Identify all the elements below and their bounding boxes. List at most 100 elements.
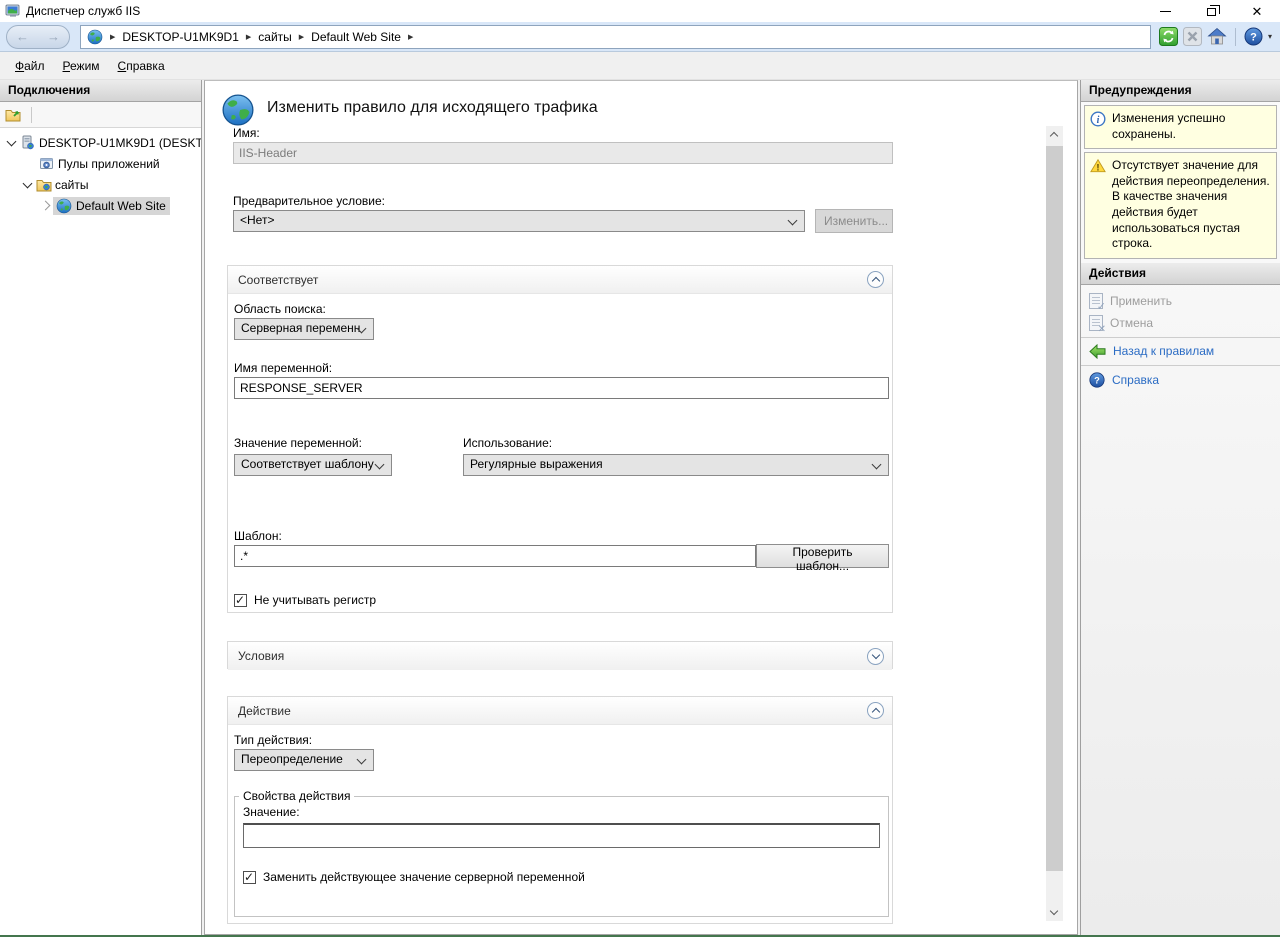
name-label: Имя: xyxy=(233,126,260,140)
tree-item-default-web-site[interactable]: Default Web Site xyxy=(0,195,201,216)
scope-select[interactable]: Серверная переменн xyxy=(234,318,374,340)
sites-folder-icon xyxy=(35,177,52,193)
pattern-input[interactable] xyxy=(234,545,756,567)
toolbar-separator xyxy=(31,107,32,123)
menu-help[interactable]: Справка xyxy=(109,55,174,77)
vertical-scrollbar[interactable] xyxy=(1046,126,1063,921)
using-select[interactable]: Регулярные выражения xyxy=(463,454,889,476)
back-nav-icon[interactable]: ← xyxy=(16,30,29,43)
tree-item-label: Пулы приложений xyxy=(55,156,163,172)
ignore-case-label: Не учитывать регистр xyxy=(254,593,376,607)
action-section-header[interactable]: Действие xyxy=(228,697,892,725)
variable-value-label: Значение переменной: xyxy=(234,436,362,450)
value-input[interactable] xyxy=(243,823,880,848)
match-section-header[interactable]: Соответствует xyxy=(228,266,892,294)
restore-button[interactable] xyxy=(1188,0,1234,22)
chevron-down-icon[interactable] xyxy=(20,177,35,192)
page-globe-icon xyxy=(221,93,255,130)
alert-text: Изменения успешно сохранены. xyxy=(1112,111,1271,142)
home-button[interactable] xyxy=(1207,27,1227,46)
refresh-button[interactable] xyxy=(1159,27,1178,46)
menu-file[interactable]: Файл xyxy=(6,55,54,77)
pattern-label: Шаблон: xyxy=(234,529,282,543)
action-section: Действие Тип действия: Переопределение С… xyxy=(227,696,893,924)
server-icon xyxy=(19,135,36,151)
iis-manager-window: Диспетчер служб IIS ✕ ← → ▶ DESKTOP-U1MK… xyxy=(0,0,1280,937)
variable-name-label: Имя переменной: xyxy=(234,361,332,375)
toolbar-separator xyxy=(1235,28,1236,46)
expand-icon[interactable] xyxy=(867,648,884,665)
connections-tree: DESKTOP-U1MK9D1 (DESKTOP Пулы приложений xyxy=(0,128,201,216)
breadcrumb[interactable]: ▶ DESKTOP-U1MK9D1 ▶ сайты ▶ Default Web … xyxy=(80,25,1151,49)
back-arrow-icon xyxy=(1089,344,1106,359)
address-bar: ← → ▶ DESKTOP-U1MK9D1 ▶ сайты ▶ Default … xyxy=(0,22,1280,52)
value-label: Значение: xyxy=(243,805,888,819)
edit-precondition-button[interactable]: Изменить... xyxy=(815,209,893,233)
action-type-select[interactable]: Переопределение xyxy=(234,749,374,771)
tree-item-app-pools[interactable]: Пулы приложений xyxy=(0,153,201,174)
conditions-section: Условия xyxy=(227,641,893,669)
close-button[interactable]: ✕ xyxy=(1234,0,1280,22)
breadcrumb-arrow-icon: ▶ xyxy=(110,33,115,41)
warnings-header: Предупреждения xyxy=(1081,80,1280,102)
scroll-down-icon[interactable] xyxy=(1046,904,1063,921)
help-caret-icon[interactable]: ▾ xyxy=(1268,32,1272,41)
chevron-down-icon[interactable] xyxy=(4,135,19,150)
help-button[interactable]: ? xyxy=(1244,27,1263,46)
alert-text: Отсутствует значение для действия переоп… xyxy=(1112,158,1271,252)
connections-toolbar xyxy=(0,102,201,128)
nav-buttons: ← → xyxy=(6,25,70,49)
restore-icon xyxy=(1207,8,1216,16)
breadcrumb-arrow-icon: ▶ xyxy=(246,33,251,41)
action-cancel[interactable]: Отмена xyxy=(1081,312,1280,334)
menu-view[interactable]: Режим xyxy=(54,55,109,77)
actions-separator xyxy=(1081,365,1280,366)
forward-nav-icon[interactable]: → xyxy=(47,30,60,43)
tree-item-sites[interactable]: сайты xyxy=(0,174,201,195)
variable-value-select[interactable]: Соответствует шаблону xyxy=(234,454,392,476)
tree-item-label: Default Web Site xyxy=(76,199,166,213)
tree-item-label: сайты xyxy=(52,177,92,193)
connections-header: Подключения xyxy=(0,80,201,102)
svg-text:?: ? xyxy=(1094,375,1100,385)
apply-icon xyxy=(1089,293,1103,309)
globe-icon xyxy=(55,198,72,214)
action-help[interactable]: ? Справка xyxy=(1081,369,1280,391)
precondition-select[interactable]: <Нет> xyxy=(233,210,805,232)
action-properties-legend: Свойства действия xyxy=(239,789,354,803)
conditions-section-header[interactable]: Условия xyxy=(228,642,892,670)
globe-icon xyxy=(87,29,103,45)
collapse-icon[interactable] xyxy=(867,271,884,288)
stop-button[interactable] xyxy=(1183,27,1202,46)
ignore-case-checkbox[interactable] xyxy=(234,594,247,607)
app-icon xyxy=(5,3,21,19)
save-connection-icon[interactable] xyxy=(5,107,23,123)
using-label: Использование: xyxy=(463,436,552,450)
test-pattern-button[interactable]: Проверить шаблон... xyxy=(756,544,889,568)
close-icon: ✕ xyxy=(1252,5,1263,18)
minimize-button[interactable] xyxy=(1142,0,1188,22)
scrollbar-thumb[interactable] xyxy=(1046,146,1063,871)
action-type-label: Тип действия: xyxy=(234,733,312,747)
action-back-to-rules[interactable]: Назад к правилам xyxy=(1081,341,1280,362)
application-pools-icon xyxy=(38,156,55,172)
name-input xyxy=(233,142,893,164)
minimize-icon xyxy=(1160,11,1171,12)
variable-name-input[interactable] xyxy=(234,377,889,399)
warning-icon: ! xyxy=(1090,158,1106,173)
tree-item-server[interactable]: DESKTOP-U1MK9D1 (DESKTOP xyxy=(0,132,201,153)
breadcrumb-site[interactable]: Default Web Site xyxy=(311,30,401,44)
scroll-up-icon[interactable] xyxy=(1046,126,1063,143)
breadcrumb-arrow-icon: ▶ xyxy=(408,33,413,41)
breadcrumb-sites[interactable]: сайты xyxy=(258,30,292,44)
action-apply[interactable]: Применить xyxy=(1081,290,1280,312)
svg-text:i: i xyxy=(1097,115,1100,126)
info-icon: i xyxy=(1090,111,1106,127)
collapse-icon[interactable] xyxy=(867,702,884,719)
breadcrumb-server[interactable]: DESKTOP-U1MK9D1 xyxy=(122,30,238,44)
chevron-right-icon[interactable] xyxy=(38,198,53,213)
page-title: Изменить правило для исходящего трафика xyxy=(267,99,598,117)
replace-value-checkbox[interactable] xyxy=(243,871,256,884)
window-title: Диспетчер служб IIS xyxy=(26,4,140,18)
actions-header: Действия xyxy=(1081,263,1280,285)
